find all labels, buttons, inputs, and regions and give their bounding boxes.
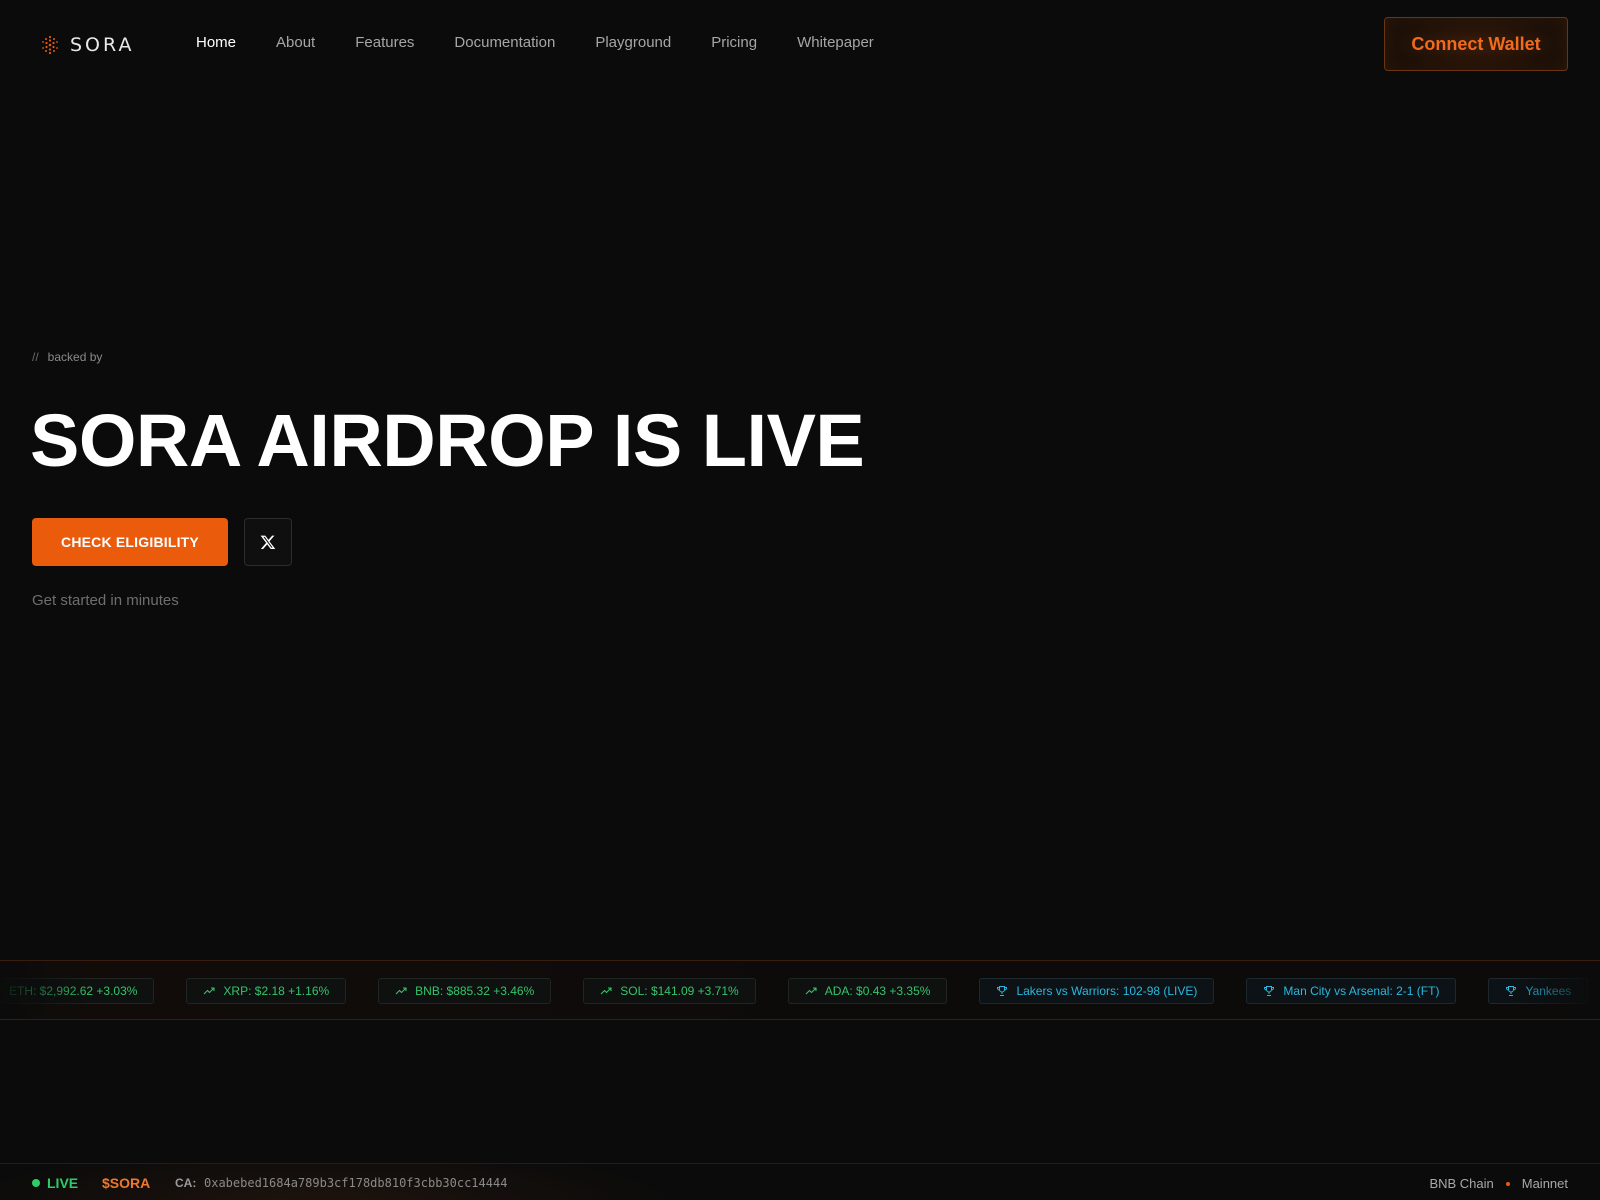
ticker-item-text: SOL: $141.09 +3.71% (620, 984, 739, 998)
sora-logo-icon (42, 35, 58, 55)
trending-up-icon (600, 987, 612, 995)
connect-wallet-button[interactable]: Connect Wallet (1384, 17, 1568, 71)
ticker-item-text: Man City vs Arsenal: 2-1 (FT) (1283, 984, 1440, 998)
status-bar: LIVE $SORA CA: 0xabebed1684a789b3cf178db… (0, 1163, 1600, 1200)
network-info: BNB Chain Mainnet (1429, 1176, 1568, 1191)
nav-link-pricing[interactable]: Pricing (711, 34, 757, 51)
tagline-prefix: // (32, 350, 39, 364)
trending-up-icon (204, 987, 215, 995)
ticker-item-text: Yankees (1525, 984, 1572, 998)
ticker-item: XRP: $2.18 +1.16% (186, 978, 347, 1004)
ticker-item-text: ETH: $2,992.62 +3.03% (9, 984, 138, 998)
nav-links: Home About Features Documentation Playgr… (196, 34, 874, 51)
network-name: Mainnet (1521, 1176, 1568, 1191)
separator-dot-icon (1505, 1181, 1510, 1186)
live-dot-icon (32, 1179, 40, 1187)
nav-link-home[interactable]: Home (196, 34, 236, 51)
x-social-button[interactable] (244, 518, 292, 566)
hero-title: SORA AIRDROP IS LIVE (30, 399, 865, 482)
trending-up-icon (805, 987, 817, 995)
nav-link-about[interactable]: About (276, 34, 315, 51)
ticker-item-text: Lakers vs Warriors: 102-98 (LIVE) (1016, 984, 1198, 998)
ticker-item-text: BNB: $885.32 +3.46% (415, 984, 535, 998)
check-eligibility-button[interactable]: CHECK ELIGIBILITY (32, 518, 228, 566)
ticker-item: SOL: $141.09 +3.71% (583, 978, 756, 1004)
chain-name: BNB Chain (1429, 1176, 1494, 1191)
trending-up-icon (0, 987, 1, 991)
contract-address-label: CA: (175, 1176, 197, 1190)
brand-name: SORA (70, 34, 135, 56)
token-symbol: $SORA (102, 1175, 151, 1191)
nav-link-whitepaper[interactable]: Whitepaper (797, 34, 874, 51)
nav-link-features[interactable]: Features (355, 34, 414, 51)
ticker-item: ETH: $2,992.62 +3.03% (0, 978, 155, 1004)
ticker-item: Lakers vs Warriors: 102-98 (LIVE) (979, 978, 1215, 1004)
ticker-item: ADA: $0.43 +3.35% (787, 978, 948, 1004)
trophy-icon (1506, 986, 1517, 996)
x-logo-icon (260, 535, 276, 549)
contract-address-value[interactable]: 0xabebed1684a789b3cf178db810f3cbb30cc144… (204, 1176, 507, 1190)
nav-link-playground[interactable]: Playground (595, 34, 671, 51)
ticker-item: Yankees (1488, 978, 1589, 1004)
ticker-item-text: ADA: $0.43 +3.35% (824, 984, 931, 998)
logo[interactable]: SORA (40, 34, 134, 56)
top-nav: SORA Home About Features Documentation P… (0, 0, 1600, 88)
tagline-text: backed by (47, 350, 103, 364)
price-ticker: ETH: $2,992.62 +3.03% XRP: $2.18 +1.16% … (0, 960, 1600, 1020)
trophy-icon (1264, 986, 1275, 996)
live-label: LIVE (47, 1175, 79, 1191)
trending-up-icon (395, 987, 407, 995)
trophy-icon (997, 986, 1008, 996)
ticker-item-text: XRP: $2.18 +1.16% (223, 984, 330, 998)
hero-subtitle: Get started in minutes (32, 592, 179, 609)
nav-link-documentation[interactable]: Documentation (454, 34, 555, 51)
hero-tagline: // backed by (32, 350, 102, 364)
ticker-item: BNB: $885.32 +3.46% (378, 978, 552, 1004)
ticker-item: Man City vs Arsenal: 2-1 (FT) (1246, 978, 1457, 1004)
live-indicator: LIVE (32, 1175, 78, 1191)
ticker-track: ETH: $2,992.62 +3.03% XRP: $2.18 +1.16% … (0, 978, 1589, 1004)
